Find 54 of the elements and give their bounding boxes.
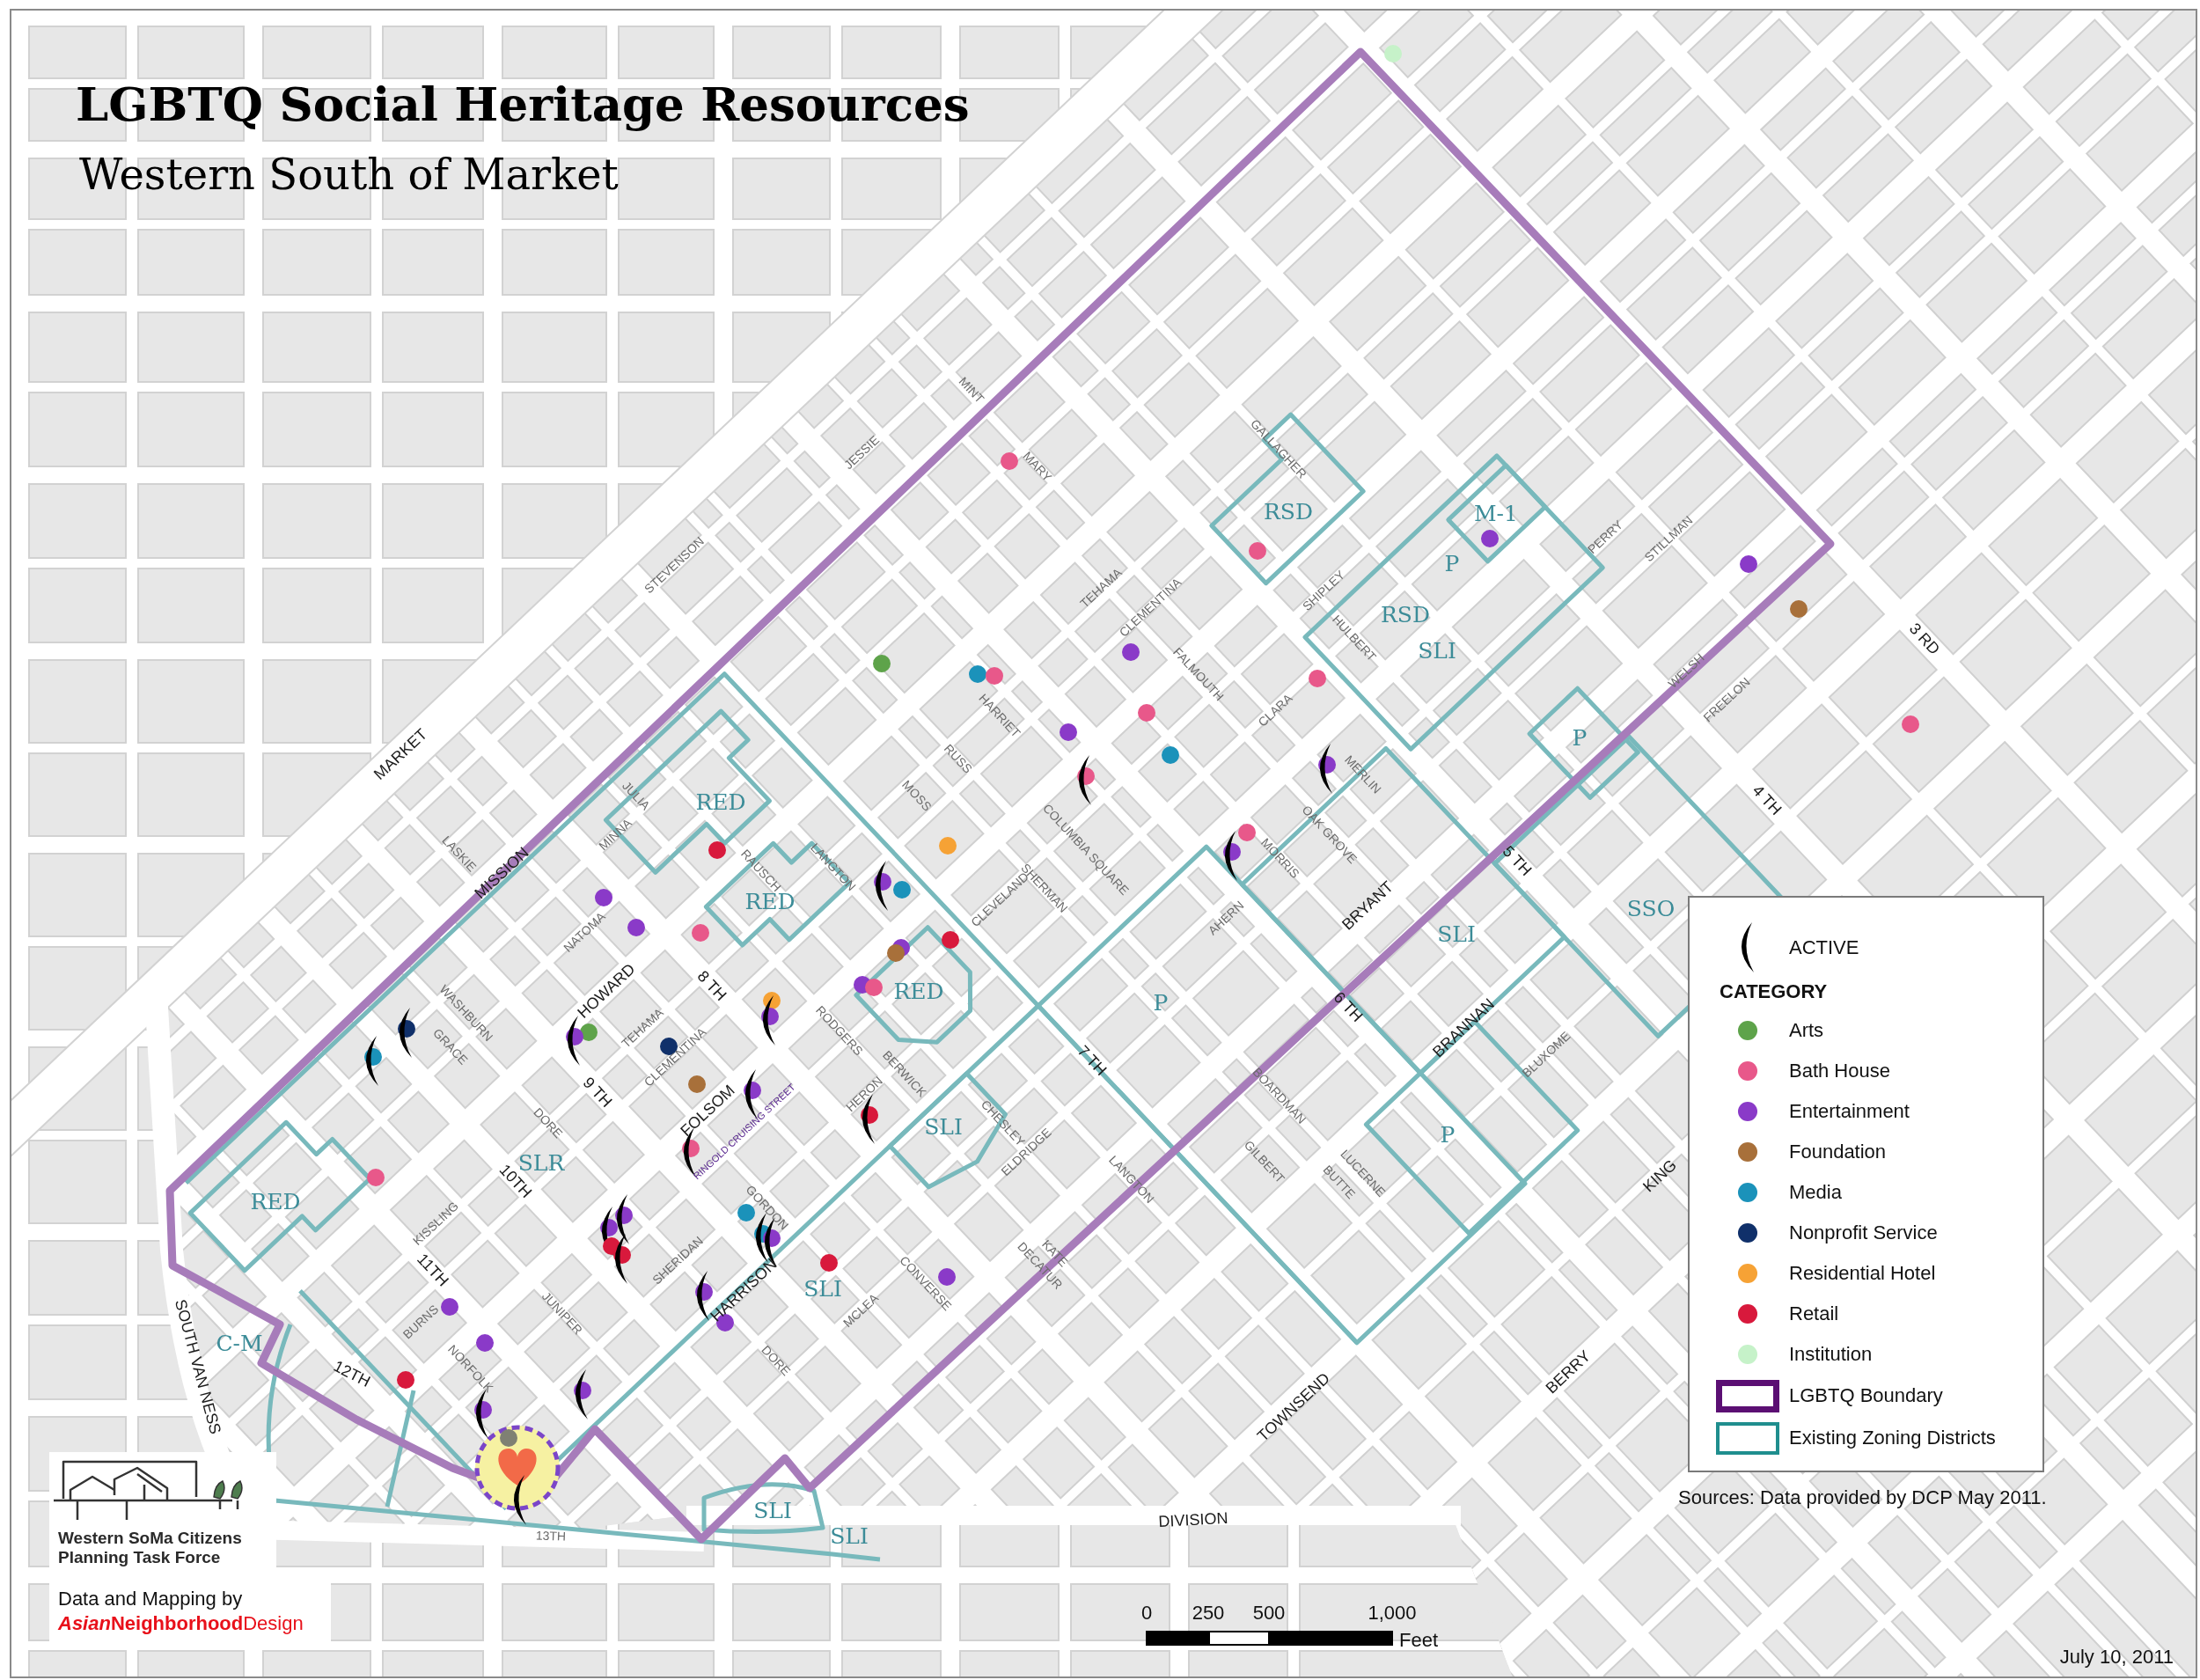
zoning-label: RSD [1381,603,1430,626]
zoning-label: C-M [216,1332,263,1354]
street-label: 3 RD [1906,620,1943,658]
zoning-label: RED [250,1190,301,1213]
zoning-label: SLI [753,1499,792,1522]
legend-label: Entertainment [1789,1102,1910,1121]
zoning-label: RED [695,790,746,813]
map-date: July 10, 2011 [2059,1647,2174,1667]
logo-name: Western SoMa Citizens Planning Task Force [57,1529,243,1567]
street-label: 9 TH [580,1074,615,1111]
organization-name: AsianNeighborhoodDesign [58,1614,304,1633]
heart-marker-icon [474,1425,561,1525]
zoning-label: SLI [924,1115,963,1138]
legend-label: LGBTQ Boundary [1789,1386,1943,1405]
zoning-label: SLI [830,1524,869,1547]
zoning-label: SLI [1418,639,1456,662]
active-marker-icon [1739,922,1756,973]
legend-label: Residential Hotel [1789,1264,1936,1283]
sources-note: Sources: Data provided by DCP May 2011. [1678,1488,2047,1508]
zoning-label: P [1444,552,1460,575]
legend-label: Bath House [1789,1061,1890,1081]
street-label: DIVISION [1158,1509,1228,1530]
map-subtitle: Western South of Market [79,153,619,195]
scale-label: 500 [1252,1603,1286,1623]
zoning-label: P [1440,1123,1456,1146]
zoning-label: RSD [1264,500,1313,523]
zoning-label: M-1 [1474,502,1518,525]
zoning-label: RED [893,979,944,1002]
zoning-label: SLI [1437,922,1476,945]
scale-unit-label: Feet [1399,1631,1439,1650]
scale-label: 250 [1192,1603,1225,1623]
street-label: 7 TH [1074,1042,1110,1079]
zoning-label: P [1572,726,1588,749]
street-label: 4 TH [1749,781,1785,818]
legend-label: Arts [1789,1021,1824,1040]
legend-label: ACTIVE [1789,938,1859,957]
legend-label: Existing Zoning Districts [1789,1428,1996,1448]
zoning-label: SLI [803,1277,842,1300]
zoning-label: P [1153,991,1169,1014]
street-label: 12TH [331,1358,373,1390]
zoning-label: SSO [1626,897,1676,920]
street-label: 6 TH [1331,988,1366,1025]
credit-text: Data and Mapping by [58,1589,244,1609]
legend-heading: CATEGORY [1720,982,1828,1001]
street-label: 5 TH [1500,842,1535,879]
scale-label: 1,000 [1368,1603,1417,1623]
legend-label: Foundation [1789,1142,1887,1162]
scale-label: 0 [1140,1603,1153,1623]
legend-label: Institution [1789,1345,1873,1364]
legend-label: Nonprofit Service [1789,1223,1938,1243]
street-label: 8 TH [694,967,730,1004]
legend-label: Media [1789,1183,1842,1202]
legend-label: Retail [1789,1304,1839,1324]
street-label: 13TH [535,1529,567,1543]
